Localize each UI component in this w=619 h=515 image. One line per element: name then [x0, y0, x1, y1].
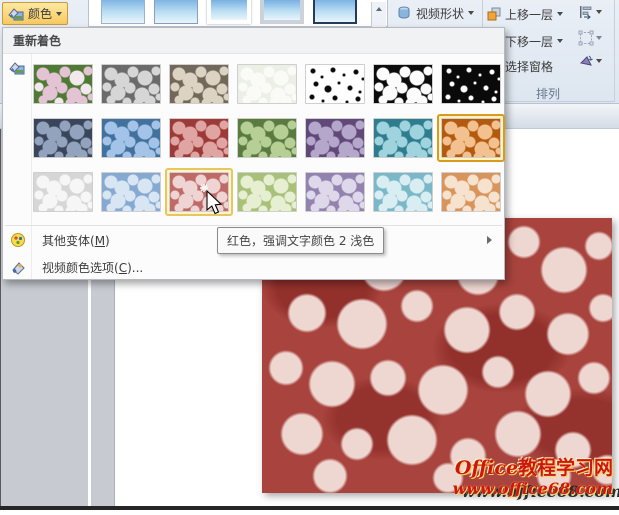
- bring-forward-label: 上移一层: [505, 7, 554, 22]
- chevron-down-icon: [596, 10, 602, 14]
- recolor-tile-r2-c1[interactable]: [33, 118, 93, 158]
- recolor-tile-r2-c5[interactable]: [305, 118, 365, 158]
- group-icon: [578, 30, 594, 46]
- recolor-tile-r2-c2[interactable]: [101, 118, 161, 158]
- recolor-tile-r3-c7[interactable]: [441, 172, 501, 212]
- tooltip: 红色，强调文字颜色 2 浅色: [217, 227, 385, 254]
- color-options-icon: [12, 262, 25, 275]
- gallery-scroll-up-icon[interactable]: [376, 7, 382, 11]
- video-style-thumbnail-5[interactable]: [313, 0, 357, 24]
- watermark-line1: Office教程学习网: [453, 458, 613, 479]
- group-button[interactable]: [578, 30, 602, 46]
- video-color-button[interactable]: 颜色: [2, 2, 69, 25]
- menu-item-video-color-options[interactable]: 视频颜色选项(C)...: [5, 254, 502, 280]
- recolor-tile-r1-c1[interactable]: [33, 64, 93, 104]
- recolor-section-header: 重新着色: [3, 28, 504, 54]
- chevron-down-icon: [596, 59, 602, 63]
- video-shape-icon: [398, 6, 410, 19]
- watermark-line2: www.office68.com: [452, 478, 613, 498]
- recolor-tile-r3-c5[interactable]: [305, 172, 365, 212]
- menu-item-label: 视频颜色选项(C)...: [42, 260, 144, 275]
- recolor-tile-r2-c7[interactable]: [437, 114, 505, 162]
- watermark-brand-en: Office: [454, 457, 518, 479]
- recolor-tile-r1-c3[interactable]: [169, 64, 229, 104]
- video-shape-button[interactable]: 视频形状: [392, 1, 478, 25]
- powerpoint-window: 颜色 视频形状 上移一层 下移一层 选择窗格 排列 www.office68.c…: [0, 0, 619, 515]
- bring-forward-button[interactable]: 上移一层: [487, 4, 564, 24]
- video-style-thumbnail-4[interactable]: [260, 0, 304, 24]
- align-button[interactable]: [578, 4, 602, 20]
- recolor-tile-r1-c5[interactable]: [305, 64, 365, 104]
- color-button-label: 颜色: [28, 7, 53, 21]
- selection-pane-label: 选择窗格: [505, 59, 554, 74]
- video-shape-label: 视频形状: [416, 6, 465, 21]
- chevron-down-icon: [557, 39, 564, 43]
- recolor-tile-r2-c4[interactable]: [237, 118, 297, 158]
- recolor-tile-r3-c2[interactable]: [101, 172, 161, 212]
- video-style-thumbnail-3[interactable]: [207, 0, 251, 24]
- recolor-tile-r2-c3[interactable]: [169, 118, 229, 158]
- group-divider: [614, 0, 615, 101]
- bring-forward-icon: [487, 7, 501, 21]
- recolor-tile-r1-c4[interactable]: [237, 64, 297, 104]
- watermark-brand-cn: 教程学习网: [517, 457, 613, 479]
- recolor-tile-r1-c6[interactable]: [373, 64, 433, 104]
- chevron-down-icon: [596, 36, 602, 40]
- color-fill-icon: [8, 7, 24, 20]
- recolor-tile-r1-c7[interactable]: [441, 64, 501, 104]
- align-icon: [580, 6, 592, 20]
- recolor-icon: [9, 62, 25, 75]
- rotate-button[interactable]: [578, 53, 602, 69]
- rotate-icon: [579, 55, 593, 66]
- chevron-down-icon: [468, 11, 475, 15]
- watermark: www.office68.com Office教程学习网 www.office6…: [452, 458, 619, 501]
- chevron-down-icon: [557, 12, 564, 16]
- window-left-border: [0, 129, 1, 507]
- recolor-gallery-grid: [33, 64, 505, 216]
- recolor-tile-r3-c4[interactable]: [237, 172, 297, 212]
- menu-item-label: 其他变体(M): [42, 233, 110, 248]
- variations-icon: [11, 233, 25, 247]
- submenu-arrow-icon: [487, 236, 492, 244]
- send-backward-label: 下移一层: [505, 34, 554, 49]
- recolor-tile-r3-c1[interactable]: [33, 172, 93, 212]
- cursor-arrow-icon: [200, 184, 223, 215]
- video-style-thumbnail-2[interactable]: [154, 0, 198, 24]
- recolor-tile-r3-c6[interactable]: [373, 172, 433, 212]
- gallery-scrollbar[interactable]: [371, 2, 386, 27]
- menu-separator: [5, 225, 502, 226]
- recolor-tile-r1-c2[interactable]: [101, 64, 161, 104]
- recolor-tile-r2-c6[interactable]: [373, 118, 433, 158]
- video-style-thumbnail-1[interactable]: [101, 0, 145, 24]
- video-styles-gallery: [88, 0, 388, 27]
- status-bar-edge: [0, 506, 619, 510]
- chevron-down-icon: [56, 11, 63, 16]
